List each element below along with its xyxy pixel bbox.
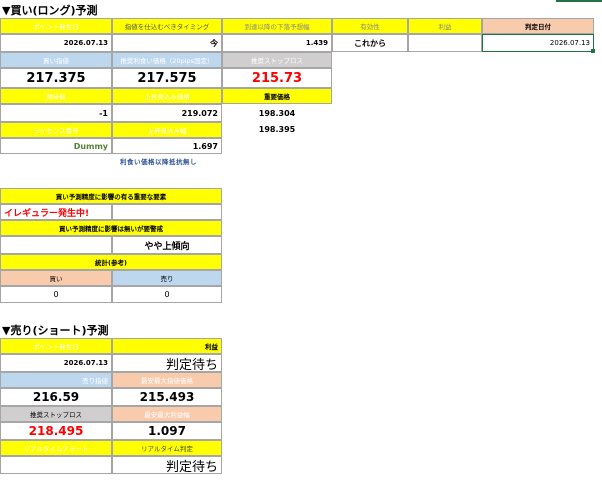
long-timing-value[interactable]: 今 xyxy=(112,34,222,52)
long-profit-value[interactable] xyxy=(408,34,482,52)
trend-warning-empty[interactable] xyxy=(0,236,112,254)
long-license-label: ライセンス番号 xyxy=(0,122,112,138)
long-section-title: ▼買い(ロング)予測 xyxy=(2,4,98,17)
selection-indicator xyxy=(556,0,602,2)
stats-sell-value[interactable]: 0 xyxy=(112,286,222,303)
long-upper-target-width-value[interactable]: 1.697 xyxy=(112,138,222,154)
fill-handle[interactable] xyxy=(591,49,595,53)
trend-warning-header: 買い予測精度に影響は無いが要警戒 xyxy=(0,220,222,236)
short-max-limit-value[interactable]: 215.493 xyxy=(112,388,222,406)
stats-buy-value[interactable]: 0 xyxy=(0,286,112,303)
short-stop-loss-value[interactable]: 218.495 xyxy=(0,422,112,440)
long-lower-target-value[interactable]: 1.439 xyxy=(222,34,332,52)
long-recommended-buy-value[interactable]: 217.575 xyxy=(112,68,222,88)
long-profit-label: 利益 xyxy=(408,18,482,34)
long-point-date-value[interactable]: 2026.07.13 xyxy=(0,34,112,52)
long-lower-target-label: 到達以降の下落予想幅 xyxy=(222,18,332,34)
short-point-date-label: ポイント発生日 xyxy=(0,338,112,354)
short-stop-loss-label: 推奨ストップロス xyxy=(0,406,112,422)
irregular-factor-header: 買い予測精度に影響の有る重要な要素 xyxy=(0,188,222,204)
long-upper-target-width-label: 上昇見込み幅 xyxy=(112,122,222,138)
short-sell-limit-value[interactable]: 216.59 xyxy=(0,388,112,406)
long-resistance-note: 利食い価格以降抵抗無し xyxy=(120,158,197,166)
long-buy-limit-value[interactable]: 217.375 xyxy=(0,68,112,88)
short-section-title: ▼売り(ショート)予測 xyxy=(2,324,109,337)
long-expected-label: 期待値 xyxy=(0,88,112,104)
long-key-price-value-2[interactable]: 198.395 xyxy=(222,120,332,138)
trend-warning-value[interactable]: やや上傾向 xyxy=(112,236,222,254)
long-expected-value[interactable]: -1 xyxy=(0,104,112,122)
long-judge-date-label: 判定日付 xyxy=(482,18,594,34)
long-valid-label: 有効性 xyxy=(332,18,408,34)
long-judge-date-value[interactable]: 2026.07.13 xyxy=(482,34,594,52)
short-profit-label: 利益 xyxy=(112,338,222,354)
long-stop-loss-value[interactable]: 215.73 xyxy=(222,68,332,88)
long-upper-target-price-label: 上昇見込み価格 xyxy=(112,88,222,104)
long-buy-limit-label: 買い指値 xyxy=(0,52,112,68)
stats-header: 統計(参考) xyxy=(0,254,222,270)
short-point-date-value[interactable]: 2026.07.13 xyxy=(0,354,112,372)
short-sell-limit-label: 売り指値 xyxy=(0,372,112,388)
long-license-value[interactable]: Dummy xyxy=(0,138,112,154)
short-realtime-value[interactable]: 判定待ち xyxy=(112,456,222,474)
short-alert-label: リアルタイムアラート xyxy=(0,440,112,456)
stats-buy-label: 買い xyxy=(0,270,112,286)
irregular-factor-value[interactable]: イレギュラー発生中! xyxy=(0,204,112,220)
short-alert-value[interactable] xyxy=(0,456,112,474)
stats-sell-label: 売り xyxy=(112,270,222,286)
short-realtime-label: リアルタイム判定 xyxy=(112,440,222,456)
short-profit-value[interactable]: 判定待ち xyxy=(112,354,222,372)
short-max-profit-value[interactable]: 1.097 xyxy=(112,422,222,440)
long-valid-value[interactable]: これから xyxy=(332,34,408,52)
short-max-profit-label: 最安最大利益幅 xyxy=(112,406,222,422)
long-recommended-buy-label: 推奨利食い価格（20pips固定） xyxy=(112,52,222,68)
long-stop-loss-label: 推奨ストップロス xyxy=(222,52,332,68)
long-timing-label: 指値を仕込むべきタイミング xyxy=(112,18,222,34)
long-point-date-label: ポイント発生日 xyxy=(0,18,112,34)
long-key-price-label: 重要価格 xyxy=(222,88,332,104)
irregular-factor-empty[interactable] xyxy=(112,204,222,220)
long-upper-target-price-value[interactable]: 219.072 xyxy=(112,104,222,122)
short-max-limit-label: 最安最大指値価格 xyxy=(112,372,222,388)
